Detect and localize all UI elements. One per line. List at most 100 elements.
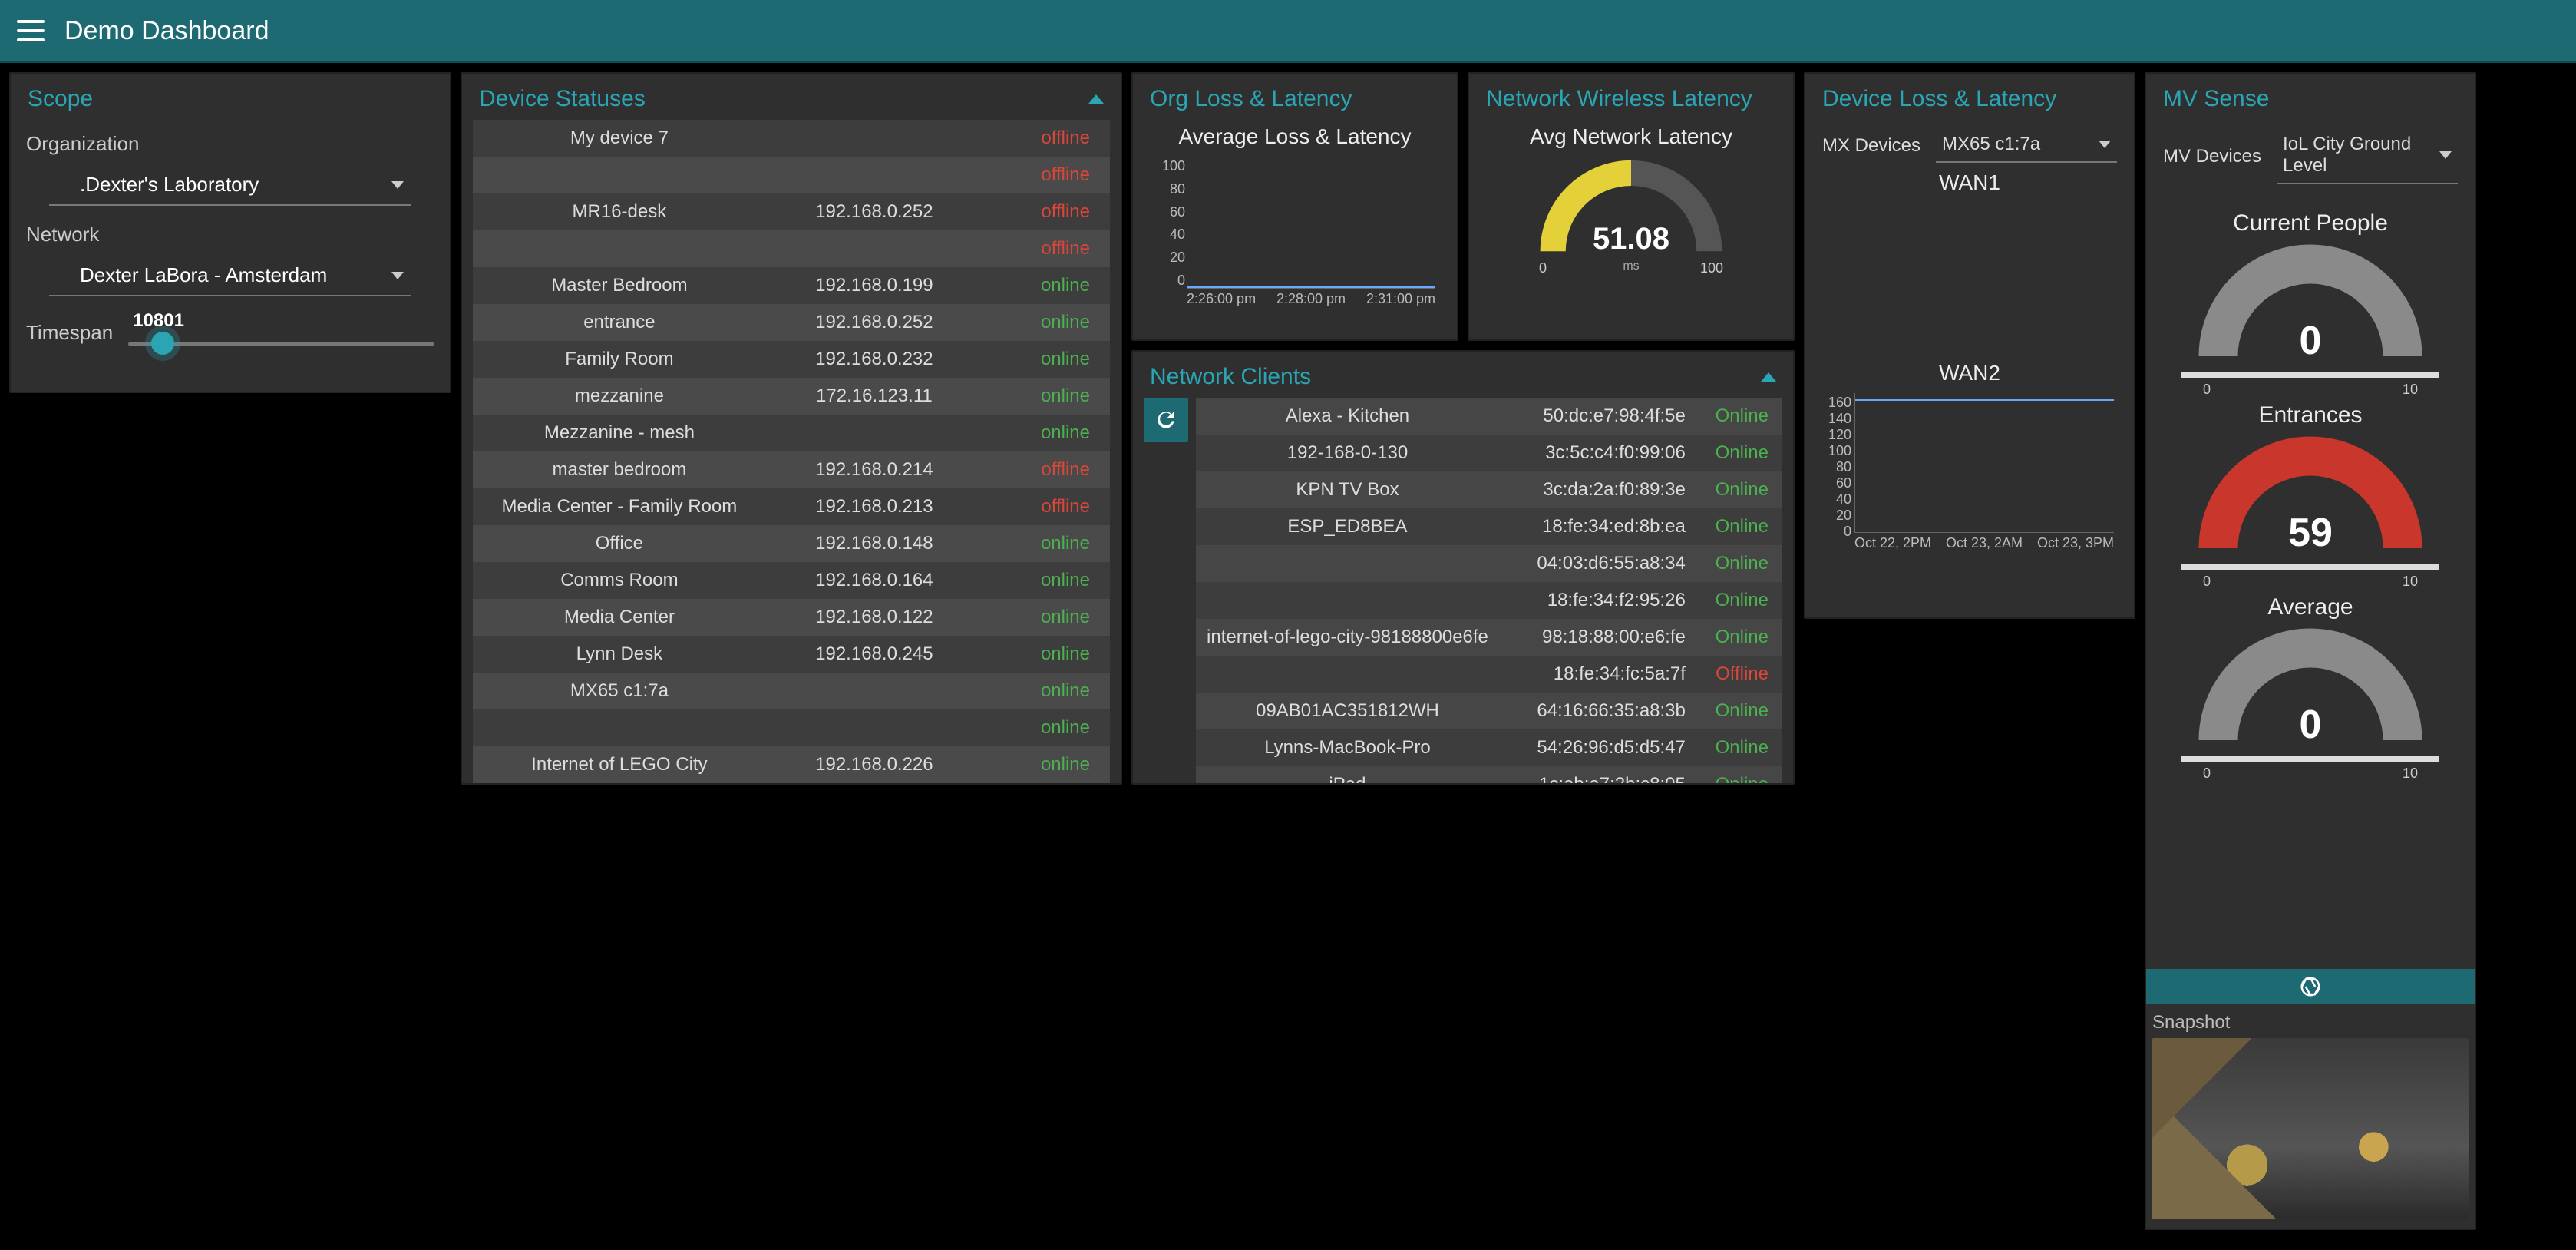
device-status: online bbox=[983, 746, 1110, 783]
table-row[interactable]: Media Center - Family Room192.168.0.213o… bbox=[473, 488, 1110, 525]
table-row[interactable]: Media Center192.168.0.122online bbox=[473, 599, 1110, 636]
client-status: Online bbox=[1696, 471, 1782, 508]
mv-gauge: 0010 bbox=[2195, 241, 2426, 372]
device-name: entrance bbox=[473, 304, 766, 341]
client-status: Online bbox=[1696, 435, 1782, 471]
org-loss-chart: 100806040200 2:26:00 pm2:28:00 pm2:31:00… bbox=[1148, 154, 1442, 307]
device-name: Office bbox=[473, 525, 766, 562]
client-status: Online bbox=[1696, 693, 1782, 729]
table-row[interactable]: entrance192.168.0.252online bbox=[473, 304, 1110, 341]
table-row[interactable]: 18:fe:34:f2:95:26Online bbox=[1196, 582, 1782, 619]
snapshot-label: Snapshot bbox=[2146, 1004, 2475, 1038]
menu-icon[interactable] bbox=[15, 15, 46, 46]
device-status: online bbox=[983, 709, 1110, 746]
device-name: mezzanine bbox=[473, 378, 766, 415]
refresh-button[interactable] bbox=[1144, 398, 1188, 442]
device-status: online bbox=[983, 341, 1110, 378]
table-row[interactable]: iPad1c:ab:a7:2b:c8:05Online bbox=[1196, 766, 1782, 783]
device-name: Media Center - Family Room bbox=[473, 488, 766, 525]
mv-devices-select[interactable]: IoL City Ground Level bbox=[2277, 129, 2458, 184]
snapshot-bar[interactable] bbox=[2146, 969, 2475, 1004]
table-row[interactable]: Office192.168.0.148online bbox=[473, 525, 1110, 562]
network-select[interactable]: Dexter LaBora - Amsterdam bbox=[49, 257, 411, 296]
table-row[interactable]: Master Bedroom192.168.0.199online bbox=[473, 267, 1110, 304]
device-name: MX65 c1:7a bbox=[473, 673, 766, 709]
mv-gauge: 0010 bbox=[2195, 625, 2426, 756]
table-row[interactable]: 04:03:d6:55:a8:34Online bbox=[1196, 545, 1782, 582]
device-name: Internet of LEGO City bbox=[473, 746, 766, 783]
table-row[interactable]: Lynns-MacBook-Pro54:26:96:d5:d5:47Online bbox=[1196, 729, 1782, 766]
device-status: offline bbox=[983, 488, 1110, 525]
organization-label: Organization bbox=[26, 132, 434, 156]
table-row[interactable]: ESP_ED8BEA18:fe:34:ed:8b:eaOnline bbox=[1196, 508, 1782, 545]
table-row[interactable]: 192-168-0-1303c:5c:c4:f0:99:06Online bbox=[1196, 435, 1782, 471]
client-mac: 64:16:66:35:a8:3b bbox=[1499, 693, 1696, 729]
mv-devices-value: IoL City Ground Level bbox=[2283, 134, 2439, 177]
device-status: online bbox=[983, 599, 1110, 636]
table-row[interactable]: 18:fe:34:fc:5a:7fOffline bbox=[1196, 656, 1782, 693]
table-row[interactable]: Internet of LEGO City192.168.0.226online bbox=[473, 746, 1110, 783]
table-row[interactable]: MX65 c1:7aonline bbox=[473, 673, 1110, 709]
device-name: master bedroom bbox=[473, 451, 766, 488]
table-row[interactable]: mezzanine172.16.123.11online bbox=[473, 378, 1110, 415]
panel-mv-sense: MV Sense MV Devices IoL City Ground Leve… bbox=[2145, 72, 2476, 1230]
mx-devices-select[interactable]: MX65 c1:7a bbox=[1936, 129, 2117, 163]
table-row[interactable]: Comms Room192.168.0.164online bbox=[473, 562, 1110, 599]
table-row[interactable]: master bedroom192.168.0.214offline bbox=[473, 451, 1110, 488]
client-status: Online bbox=[1696, 766, 1782, 783]
network-value: Dexter LaBora - Amsterdam bbox=[80, 263, 327, 287]
table-row[interactable]: online bbox=[473, 709, 1110, 746]
device-ip bbox=[766, 157, 983, 193]
table-row[interactable]: 09AB01AC351812WH64:16:66:35:a8:3bOnline bbox=[1196, 693, 1782, 729]
table-row[interactable]: Alexa - Kitchen50:dc:e7:98:4f:5eOnline bbox=[1196, 398, 1782, 435]
table-row[interactable]: Family Room192.168.0.232online bbox=[473, 341, 1110, 378]
table-row[interactable]: KPN TV Box3c:da:2a:f0:89:3eOnline bbox=[1196, 471, 1782, 508]
device-status: offline bbox=[983, 230, 1110, 267]
gauge-min: 0 bbox=[2203, 574, 2211, 590]
top-bar: Demo Dashboard bbox=[0, 0, 2576, 63]
network-label: Network bbox=[26, 223, 434, 246]
device-ip: 192.168.0.252 bbox=[766, 304, 983, 341]
table-row[interactable]: Mezzanine - meshonline bbox=[473, 415, 1110, 451]
client-name: iPad bbox=[1196, 766, 1499, 783]
timespan-slider[interactable]: 10801 bbox=[128, 313, 434, 352]
client-mac: 18:fe:34:ed:8b:ea bbox=[1499, 508, 1696, 545]
table-row[interactable]: My device 7offline bbox=[473, 120, 1110, 157]
mv-gauge-value: 59 bbox=[2195, 510, 2426, 556]
client-mac: 18:fe:34:fc:5a:7f bbox=[1499, 656, 1696, 693]
wireless-latency-value: 51.08 bbox=[1531, 222, 1731, 256]
organization-select[interactable]: .Dexter's Laboratory bbox=[49, 167, 411, 206]
device-name: Master Bedroom bbox=[473, 267, 766, 304]
client-mac: 3c:da:2a:f0:89:3e bbox=[1499, 471, 1696, 508]
device-ip: 192.168.0.245 bbox=[766, 636, 983, 673]
device-ip: 192.168.0.199 bbox=[766, 267, 983, 304]
table-row[interactable]: internet-of-lego-city-98188800e6fe98:18:… bbox=[1196, 619, 1782, 656]
table-row[interactable]: Lynn Desk192.168.0.245online bbox=[473, 636, 1110, 673]
snapshot-image bbox=[2152, 1038, 2469, 1219]
client-mac: 04:03:d6:55:a8:34 bbox=[1499, 545, 1696, 582]
collapse-icon[interactable] bbox=[1088, 94, 1104, 104]
wan1-chart bbox=[1821, 200, 2119, 346]
device-loss-title: Device Loss & Latency bbox=[1822, 86, 2056, 112]
client-name: ESP_ED8BEA bbox=[1196, 508, 1499, 545]
wan2-label: WAN2 bbox=[1821, 361, 2119, 385]
client-name: Lynns-MacBook-Pro bbox=[1196, 729, 1499, 766]
device-ip bbox=[766, 415, 983, 451]
network-clients-title: Network Clients bbox=[1150, 364, 1311, 390]
collapse-icon[interactable] bbox=[1761, 372, 1776, 382]
device-status: online bbox=[983, 304, 1110, 341]
client-name: Alexa - Kitchen bbox=[1196, 398, 1499, 435]
gauge-min: 0 bbox=[2203, 382, 2211, 398]
device-name: MR16-desk bbox=[473, 193, 766, 230]
table-row[interactable]: offline bbox=[473, 157, 1110, 193]
client-status: Online bbox=[1696, 619, 1782, 656]
device-ip bbox=[766, 120, 983, 157]
client-name: 09AB01AC351812WH bbox=[1196, 693, 1499, 729]
table-row[interactable]: MR16-desk192.168.0.252offline bbox=[473, 193, 1110, 230]
device-ip bbox=[766, 230, 983, 267]
table-row[interactable]: offline bbox=[473, 230, 1110, 267]
client-name: internet-of-lego-city-98188800e6fe bbox=[1196, 619, 1499, 656]
device-status: offline bbox=[983, 120, 1110, 157]
network-clients-table: Alexa - Kitchen50:dc:e7:98:4f:5eOnline19… bbox=[1196, 398, 1782, 783]
device-status: online bbox=[983, 415, 1110, 451]
